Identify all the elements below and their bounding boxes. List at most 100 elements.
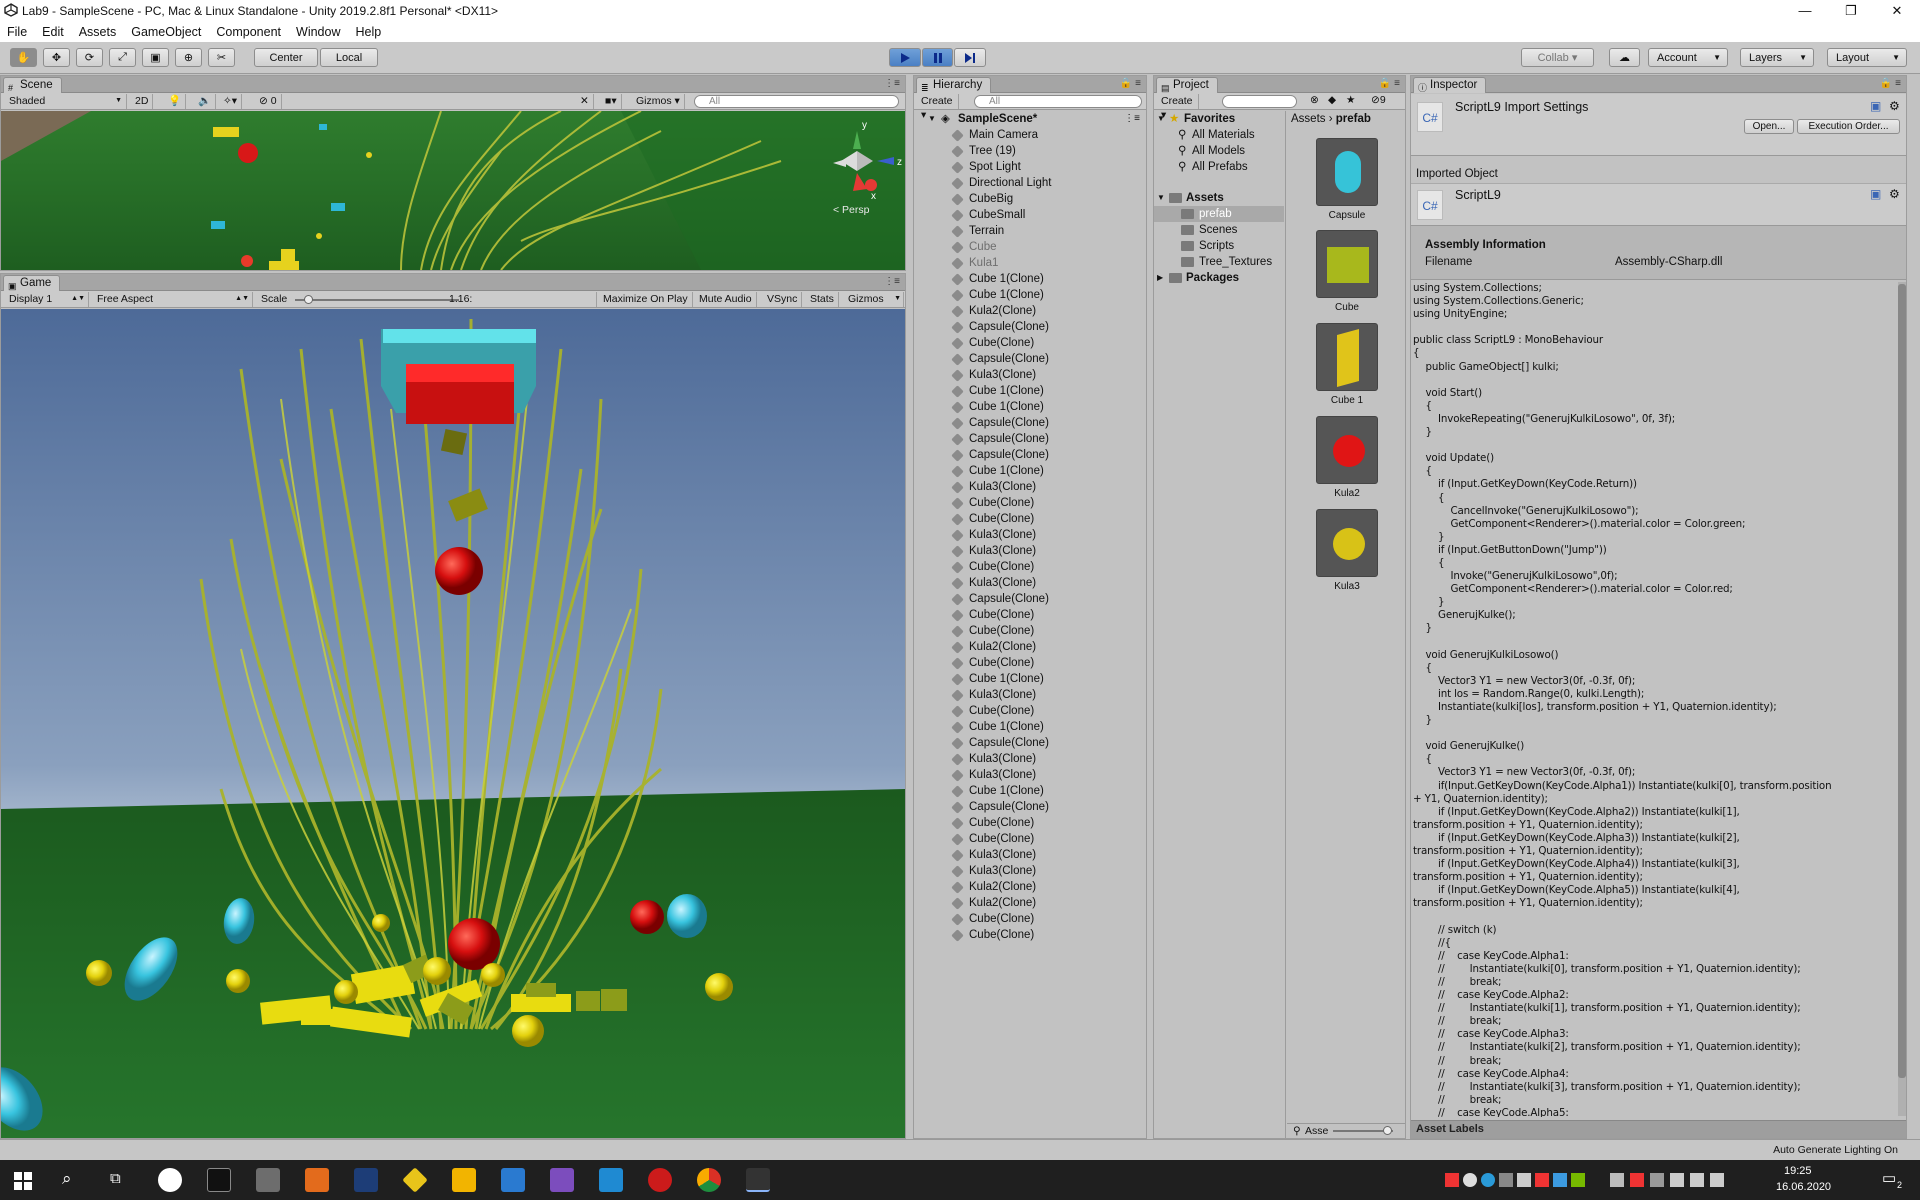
hierarchy-item[interactable]: Cube(Clone)	[914, 703, 1144, 719]
menu-edit[interactable]: Edit	[35, 25, 72, 39]
scene-expand-icon[interactable]: ▼	[928, 111, 936, 127]
script-help-icon[interactable]: ▣	[1870, 187, 1881, 201]
tray-language-icon[interactable]	[1710, 1173, 1724, 1187]
tray-network-icon[interactable]	[1553, 1173, 1567, 1187]
filter-type-icon[interactable]: ⊗	[1310, 94, 1319, 106]
hidden-objects-toggle[interactable]: ⊘ 0	[255, 94, 282, 109]
hierarchy-item[interactable]: Kula3(Clone)	[914, 543, 1144, 559]
custom-tool-icon[interactable]: ✂	[208, 48, 235, 67]
clock-time[interactable]: 19:25	[1784, 1165, 1812, 1177]
hierarchy-item[interactable]: Cube 1(Clone)	[914, 271, 1144, 287]
hierarchy-item[interactable]: Capsule(Clone)	[914, 351, 1144, 367]
hierarchy-item[interactable]: Cube(Clone)	[914, 655, 1144, 671]
maximize-on-play-toggle[interactable]: Maximize On Play	[599, 292, 693, 307]
settings-gear-icon[interactable]: ⚙	[1889, 99, 1900, 113]
pause-button[interactable]	[922, 48, 953, 67]
tray-mail-icon[interactable]	[1535, 1173, 1549, 1187]
hierarchy-item[interactable]: Cube 1(Clone)	[914, 671, 1144, 687]
prefab-asset[interactable]: Cube	[1311, 230, 1383, 313]
hierarchy-item[interactable]: Cube 1(Clone)	[914, 287, 1144, 303]
hierarchy-item[interactable]: Kula3(Clone)	[914, 575, 1144, 591]
game-viewport[interactable]	[1, 309, 905, 1138]
photos-app-icon[interactable]	[158, 1168, 182, 1192]
fav-all-prefabs[interactable]: ⚲ All Prefabs	[1154, 159, 1284, 175]
hierarchy-item[interactable]: Capsule(Clone)	[914, 735, 1144, 751]
folder-scenes[interactable]: Scenes	[1154, 222, 1284, 238]
collab-dropdown[interactable]: Collab ▾	[1521, 48, 1594, 67]
hierarchy-item[interactable]: Terrain	[914, 223, 1144, 239]
hierarchy-item[interactable]: Kula2(Clone)	[914, 303, 1144, 319]
hierarchy-item[interactable]: Cube(Clone)	[914, 623, 1144, 639]
hierarchy-item[interactable]: Kula3(Clone)	[914, 479, 1144, 495]
project-search-input[interactable]	[1222, 95, 1297, 108]
mute-audio-toggle[interactable]: Mute Audio	[695, 292, 757, 307]
scale-slider-handle[interactable]	[304, 295, 314, 304]
hierarchy-create-dropdown[interactable]: Create ▾	[917, 94, 959, 121]
task-view-icon[interactable]: ⧉	[110, 1170, 121, 1187]
inspector-menu-icon[interactable]: ≡	[1895, 78, 1901, 89]
menu-file[interactable]: File	[0, 25, 35, 39]
tray-app-icon[interactable]	[1445, 1173, 1459, 1187]
help-icon[interactable]: ▣	[1870, 99, 1881, 113]
tab-scene[interactable]: # Scene	[3, 77, 62, 93]
menu-help[interactable]: Help	[348, 25, 389, 39]
hierarchy-item[interactable]: Cube(Clone)	[914, 911, 1144, 927]
hierarchy-item[interactable]: Cube 1(Clone)	[914, 463, 1144, 479]
menu-assets[interactable]: Assets	[72, 25, 125, 39]
hierarchy-menu-icon[interactable]: ≡	[1135, 78, 1141, 89]
sticky-app-icon[interactable]	[452, 1168, 476, 1192]
icon-size-slider-handle[interactable]	[1383, 1126, 1392, 1135]
hierarchy-item[interactable]: Cube 1(Clone)	[914, 399, 1144, 415]
hierarchy-item[interactable]: Cube(Clone)	[914, 335, 1144, 351]
tray-wifi-icon[interactable]	[1670, 1173, 1684, 1187]
move-tool-icon[interactable]: ✥	[43, 48, 70, 67]
fav-all-models[interactable]: ⚲ All Models	[1154, 143, 1284, 159]
cloud-button[interactable]: ☁	[1609, 48, 1640, 67]
tray-cloud-icon[interactable]	[1463, 1173, 1477, 1187]
folder-prefab[interactable]: prefab	[1154, 206, 1284, 222]
folder-tree-textures[interactable]: Tree_Textures	[1154, 254, 1284, 270]
mode-2d-toggle[interactable]: 2D	[131, 94, 154, 109]
hierarchy-item[interactable]: CubeBig	[914, 191, 1144, 207]
scale-tool-icon[interactable]: ⤢	[109, 48, 136, 67]
git-app-icon[interactable]	[402, 1167, 428, 1193]
menu-window[interactable]: Window	[289, 25, 348, 39]
play-button[interactable]	[889, 48, 921, 67]
account-dropdown[interactable]: Account ▼	[1648, 48, 1728, 67]
lighting-toggle-icon[interactable]: 💡	[164, 94, 187, 109]
aspect-dropdown[interactable]: Free Aspect ▲▼	[93, 292, 253, 307]
hierarchy-item[interactable]: Kula3(Clone)	[914, 527, 1144, 543]
maximize-button[interactable]: ❐	[1828, 0, 1874, 22]
unity-taskbar-icon[interactable]	[746, 1168, 770, 1192]
folder-scripts[interactable]: Scripts	[1154, 238, 1284, 254]
tray-bluetooth-icon[interactable]	[1650, 1173, 1664, 1187]
packages-expand-icon[interactable]: ▶	[1157, 270, 1163, 286]
hierarchy-item[interactable]: Kula3(Clone)	[914, 767, 1144, 783]
hierarchy-item[interactable]: Capsule(Clone)	[914, 799, 1144, 815]
hierarchy-item[interactable]: Capsule(Clone)	[914, 447, 1144, 463]
windows-start-icon[interactable]	[14, 1172, 32, 1190]
hierarchy-item[interactable]: Capsule(Clone)	[914, 319, 1144, 335]
hierarchy-item[interactable]: Kula3(Clone)	[914, 751, 1144, 767]
prefab-asset[interactable]: Cube 1	[1311, 323, 1383, 406]
hierarchy-item[interactable]: Cube 1(Clone)	[914, 383, 1144, 399]
favorite-star-icon[interactable]: ★	[1346, 94, 1355, 106]
tray-steam-icon[interactable]	[1517, 1173, 1531, 1187]
tray-nvidia-icon[interactable]	[1571, 1173, 1585, 1187]
tray-skype-icon[interactable]	[1481, 1173, 1495, 1187]
hierarchy-item[interactable]: Kula2(Clone)	[914, 895, 1144, 911]
hierarchy-item[interactable]: Capsule(Clone)	[914, 431, 1144, 447]
scene-menu-icon[interactable]: ⋮≡	[1124, 111, 1140, 127]
prefab-asset[interactable]: Capsule	[1311, 138, 1383, 221]
prefab-asset[interactable]: Kula2	[1311, 416, 1383, 499]
inspector-lock-icon[interactable]: 🔒	[1880, 78, 1892, 89]
minimize-button[interactable]: —	[1782, 0, 1828, 22]
visual-studio-icon[interactable]	[550, 1168, 574, 1192]
hierarchy-item[interactable]: Kula2(Clone)	[914, 639, 1144, 655]
game-menu-icon[interactable]: ⋮≡	[884, 276, 900, 287]
ship-app-icon[interactable]	[501, 1168, 525, 1192]
menu-gameobject[interactable]: GameObject	[124, 25, 209, 39]
camera-dropdown-icon[interactable]: ■▾	[601, 94, 622, 109]
shading-dropdown[interactable]: Shaded ▼	[5, 94, 127, 109]
tray-volume-icon[interactable]	[1690, 1173, 1704, 1187]
